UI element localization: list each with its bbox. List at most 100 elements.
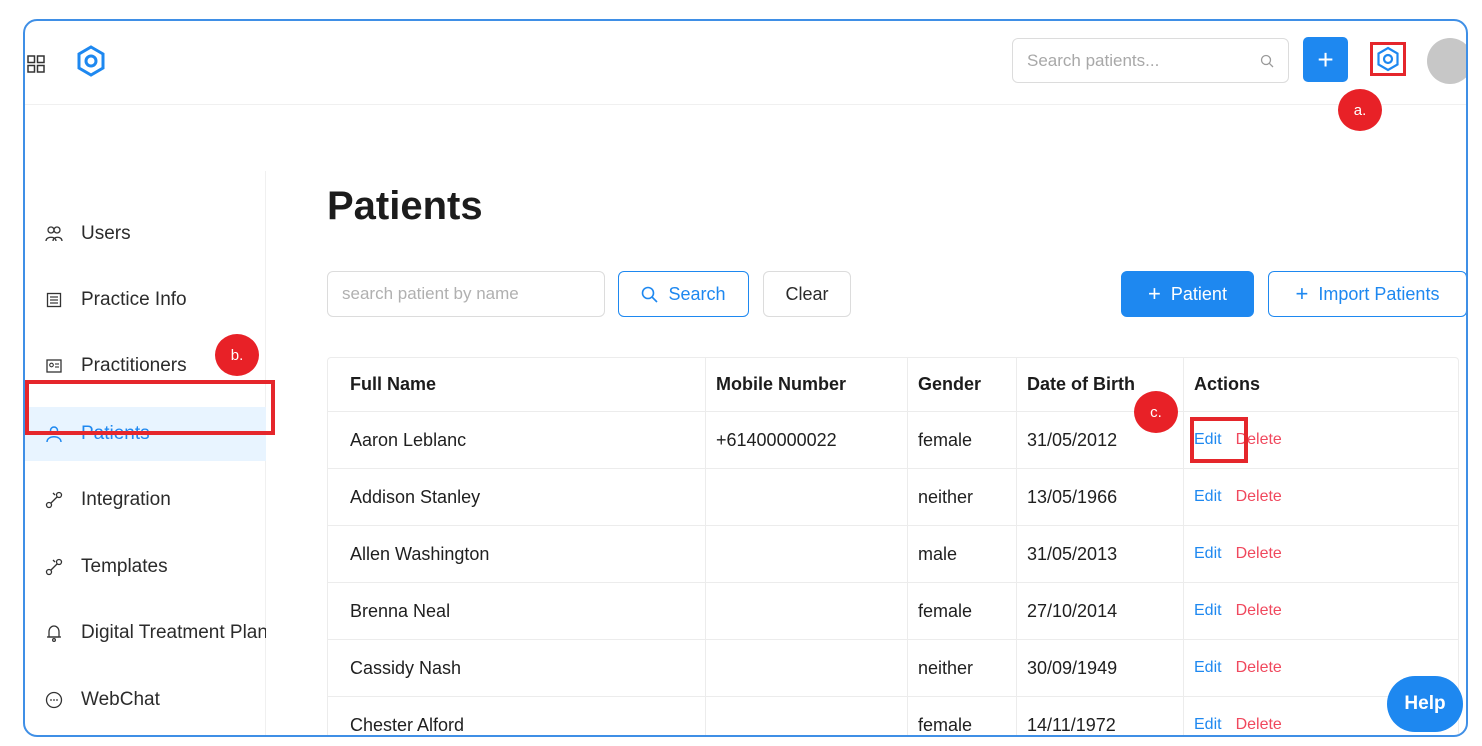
add-patient-label: Patient xyxy=(1170,283,1227,304)
search-button-label: Search xyxy=(668,283,726,304)
cell-mobile-number xyxy=(706,697,908,735)
delete-link[interactable]: Delete xyxy=(1236,545,1282,563)
cell-mobile-number xyxy=(706,526,908,582)
cell-date-of-birth: 30/09/1949 xyxy=(1017,640,1184,696)
top-bar: + xyxy=(25,21,1466,105)
search-icon xyxy=(642,286,659,303)
cell-full-name: Cassidy Nash xyxy=(328,640,706,696)
table-row: Chester Alford female 14/11/1972 Edit De… xyxy=(328,697,1458,735)
column-header-gender[interactable]: Gender xyxy=(908,358,1017,411)
cell-full-name: Allen Washington xyxy=(328,526,706,582)
cell-full-name: Chester Alford xyxy=(328,697,706,735)
cell-mobile-number xyxy=(706,583,908,639)
sidebar-item-label: Practice Info xyxy=(81,289,187,310)
bell-icon xyxy=(45,624,63,642)
edit-link[interactable]: Edit xyxy=(1194,716,1222,734)
cell-full-name: Aaron Leblanc xyxy=(328,412,706,468)
sidebar-item-templates[interactable]: Templates xyxy=(25,540,266,594)
delete-link[interactable]: Delete xyxy=(1236,602,1282,620)
sidebar-item-label: Templates xyxy=(81,556,168,577)
gear-icon xyxy=(1377,46,1399,72)
annotation-badge-c: c. xyxy=(1134,391,1178,433)
users-icon xyxy=(45,225,63,243)
id-card-icon xyxy=(45,357,63,375)
cell-gender: female xyxy=(908,583,1017,639)
link-icon xyxy=(45,558,63,576)
import-patients-label: Import Patients xyxy=(1318,283,1440,304)
cell-actions: Edit Delete xyxy=(1184,526,1458,582)
cell-mobile-number xyxy=(706,640,908,696)
cell-actions: Edit Delete xyxy=(1184,583,1458,639)
cell-full-name: Addison Stanley xyxy=(328,469,706,525)
logo-icon[interactable] xyxy=(75,45,107,77)
sidebar: Users Practice Info Practitioners Patien… xyxy=(25,171,266,735)
delete-link[interactable]: Delete xyxy=(1236,659,1282,677)
add-patient-button[interactable]: + Patient xyxy=(1121,271,1254,317)
edit-link[interactable]: Edit xyxy=(1194,602,1222,620)
sidebar-item-label: Users xyxy=(81,223,131,244)
column-header-mobile-number[interactable]: Mobile Number xyxy=(706,358,908,411)
cell-date-of-birth: 31/05/2013 xyxy=(1017,526,1184,582)
link-icon xyxy=(45,491,63,509)
sidebar-item-practice-info[interactable]: Practice Info xyxy=(25,273,266,327)
cell-gender: male xyxy=(908,526,1017,582)
help-button[interactable]: Help xyxy=(1387,676,1463,732)
cell-actions: Edit Delete xyxy=(1184,469,1458,525)
column-header-full-name[interactable]: Full Name xyxy=(328,358,706,411)
clear-button-label: Clear xyxy=(785,283,829,304)
app-window: + a. Users Practice Info P xyxy=(23,19,1468,737)
page-title: Patients xyxy=(327,184,483,228)
patients-table: Full Name Mobile Number Gender Date of B… xyxy=(327,357,1459,735)
avatar[interactable] xyxy=(1427,38,1466,84)
clear-button[interactable]: Clear xyxy=(763,271,851,317)
sidebar-item-users[interactable]: Users xyxy=(25,207,266,261)
patient-search-box[interactable] xyxy=(1012,38,1289,83)
name-search-field[interactable] xyxy=(327,271,605,317)
search-button[interactable]: Search xyxy=(618,271,749,317)
table-row: Aaron Leblanc +61400000022 female 31/05/… xyxy=(328,412,1458,469)
sidebar-item-label: WebChat xyxy=(81,689,160,710)
annotation-badge-a: a. xyxy=(1338,89,1382,131)
document-icon xyxy=(45,291,63,309)
sidebar-item-label: Digital Treatment Plan xyxy=(81,622,266,643)
annotation-highlight-edit xyxy=(1190,417,1248,463)
edit-link[interactable]: Edit xyxy=(1194,488,1222,506)
sidebar-item-digital-treatment-plan[interactable]: Digital Treatment Plan xyxy=(25,606,266,660)
cell-gender: female xyxy=(908,697,1017,735)
cell-mobile-number: +61400000022 xyxy=(706,412,908,468)
annotation-badge-b: b. xyxy=(215,334,259,376)
plus-icon: + xyxy=(1148,281,1161,306)
add-button[interactable]: + xyxy=(1303,37,1348,82)
cell-date-of-birth: 13/05/1966 xyxy=(1017,469,1184,525)
sidebar-item-webchat[interactable]: WebChat xyxy=(25,673,266,727)
settings-button[interactable] xyxy=(1370,42,1406,76)
chat-icon xyxy=(45,691,63,709)
cell-gender: neither xyxy=(908,469,1017,525)
annotation-highlight-patients xyxy=(25,380,275,435)
cell-full-name: Brenna Neal xyxy=(328,583,706,639)
table-row: Brenna Neal female 27/10/2014 Edit Delet… xyxy=(328,583,1458,640)
cell-date-of-birth: 27/10/2014 xyxy=(1017,583,1184,639)
name-search-input[interactable] xyxy=(342,284,604,304)
patient-search-input[interactable] xyxy=(1027,50,1260,71)
apps-grid-icon[interactable] xyxy=(27,55,45,73)
cell-gender: female xyxy=(908,412,1017,468)
cell-date-of-birth: 14/11/1972 xyxy=(1017,697,1184,735)
edit-link[interactable]: Edit xyxy=(1194,545,1222,563)
table-row: Allen Washington male 31/05/2013 Edit De… xyxy=(328,526,1458,583)
import-patients-button[interactable]: + Import Patients xyxy=(1268,271,1466,317)
cell-mobile-number xyxy=(706,469,908,525)
table-row: Cassidy Nash neither 30/09/1949 Edit Del… xyxy=(328,640,1458,697)
edit-link[interactable]: Edit xyxy=(1194,659,1222,677)
column-header-actions: Actions xyxy=(1194,374,1261,394)
sidebar-item-label: Integration xyxy=(81,489,171,510)
delete-link[interactable]: Delete xyxy=(1236,488,1282,506)
delete-link[interactable]: Delete xyxy=(1236,716,1282,734)
plus-icon: + xyxy=(1295,281,1309,306)
sidebar-item-integration[interactable]: Integration xyxy=(25,473,266,527)
search-icon xyxy=(1260,54,1274,67)
sidebar-item-label: Practitioners xyxy=(81,355,187,376)
table-header-row: Full Name Mobile Number Gender Date of B… xyxy=(328,358,1458,412)
table-row: Addison Stanley neither 13/05/1966 Edit … xyxy=(328,469,1458,526)
cell-gender: neither xyxy=(908,640,1017,696)
